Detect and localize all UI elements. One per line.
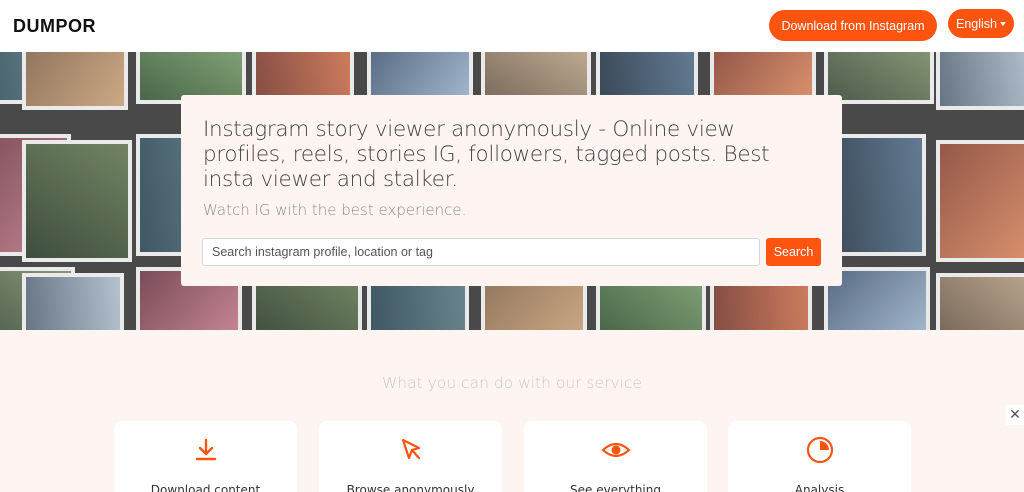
site-logo[interactable]: DUMPOR [13, 16, 96, 37]
service-card-download[interactable]: Download content [114, 421, 297, 492]
hero-title: Instagram story viewer anonymously - Onl… [203, 117, 770, 192]
pie-chart-icon [806, 436, 833, 464]
service-card-analysis[interactable]: Analysis [728, 421, 911, 492]
top-navbar: DUMPOR Download from Instagram English [0, 0, 1024, 52]
service-label: Browse anonymously [346, 483, 475, 492]
search-input[interactable] [202, 238, 760, 266]
search-card: Instagram story viewer anonymously - Onl… [181, 95, 842, 286]
services-section: What you can do with our service Downloa… [0, 330, 1024, 492]
search-button[interactable]: Search [766, 238, 821, 266]
cursor-icon [401, 438, 420, 460]
language-dropdown[interactable]: English [948, 9, 1014, 38]
hero-subtitle: Watch IG with the best experience. [203, 201, 467, 219]
download-from-instagram-button[interactable]: Download from Instagram [769, 10, 937, 41]
service-card-see[interactable]: See everything [524, 421, 707, 492]
service-label: Download content [150, 483, 261, 492]
language-label: English [956, 16, 997, 31]
close-icon[interactable]: ✕ [1006, 405, 1024, 425]
service-label: See everything [570, 483, 661, 492]
service-label: Analysis [794, 483, 845, 492]
eye-icon [600, 442, 631, 458]
service-card-browse[interactable]: Browse anonymously [319, 421, 502, 492]
services-heading: What you can do with our service [381, 374, 643, 392]
caret-down-icon [1000, 22, 1006, 26]
download-icon [195, 438, 216, 461]
